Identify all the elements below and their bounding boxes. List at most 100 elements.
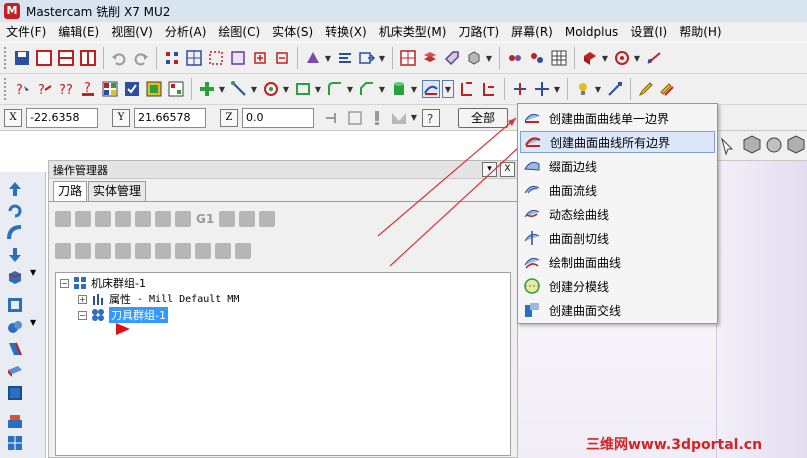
display-wave-icon[interactable] [195,243,211,259]
create-point-icon[interactable] [198,80,216,98]
help-box-icon[interactable]: ? [422,108,440,127]
move-icon[interactable] [533,80,551,98]
y-axis-button[interactable]: Y [112,108,130,127]
extend-icon[interactable] [480,80,498,98]
boolean-icon[interactable] [6,318,24,336]
z-axis-button[interactable]: Z [220,108,238,127]
chevron-down-icon[interactable]: ▼ [410,80,418,98]
solid-cube-icon[interactable] [6,384,24,402]
close-button[interactable]: X [500,162,515,177]
menu-edit[interactable]: 编辑(E) [52,22,105,42]
zoom-out-icon[interactable] [273,49,291,67]
chevron-down-icon[interactable]: ▼ [378,49,386,67]
export-icon[interactable] [358,49,376,67]
collapse-icon[interactable]: − [78,310,87,320]
thicken-icon[interactable] [6,362,24,380]
regenerate-dirty-icon[interactable] [115,211,131,227]
setup-sheet-icon[interactable] [167,80,185,98]
menu-item-patch-edges[interactable]: 缀面边线 [520,155,715,177]
split-tool-icon[interactable] [511,80,529,98]
level-icon[interactable] [304,49,322,67]
quad-window-icon[interactable] [79,49,97,67]
draft-icon[interactable] [6,340,24,358]
create-chamfer-icon[interactable] [358,80,376,98]
menu-item-flowline[interactable]: 曲面流线 [520,179,715,201]
select-grid-icon[interactable] [185,49,203,67]
sweep-icon[interactable] [6,224,24,242]
toolbar-grip[interactable] [4,47,7,69]
chevron-down-icon[interactable]: ▼ [314,80,322,98]
expand-icon[interactable]: + [78,294,87,304]
help-arrow-icon[interactable]: ? [35,80,53,98]
chevron-down-icon[interactable]: ▼ [250,80,258,98]
layer-manager-icon[interactable] [421,49,439,67]
fan-icon[interactable] [613,49,631,67]
toggle-post-icon[interactable] [95,243,111,259]
dimension-icon[interactable] [606,80,624,98]
pencil-double-icon[interactable] [659,80,677,98]
menu-item-intersection[interactable]: 创建曲面交线 [520,299,715,321]
zoom-in-icon[interactable] [251,49,269,67]
menu-help[interactable]: 帮助(H) [673,22,727,42]
verify-icon[interactable] [145,80,163,98]
menu-solids[interactable]: 实体(S) [266,22,319,42]
cube-icon[interactable] [465,49,483,67]
display-selected-icon[interactable] [215,243,231,259]
surface-curve-dropdown[interactable]: ▼ [442,80,454,98]
move-down-icon[interactable] [115,243,131,259]
menu-moldplus[interactable]: Moldplus [559,22,624,42]
zoom-window-icon[interactable] [229,49,247,67]
chevron-down-icon[interactable]: ▼ [218,80,226,98]
grid-view-icon[interactable] [550,49,568,67]
toggle-display-icon[interactable] [75,243,91,259]
table-icon[interactable] [399,49,417,67]
all-button[interactable]: 全部 [458,107,509,128]
align-icon[interactable] [336,49,354,67]
arrow-up-icon[interactable] [6,180,24,198]
menu-item-curve-on-surface[interactable]: 绘制曲面曲线 [520,251,715,273]
color-palette-icon[interactable] [101,80,119,98]
backplot-icon[interactable] [135,211,151,227]
x-axis-button[interactable]: X [4,108,22,127]
chevron-down-icon[interactable]: ▼ [485,49,493,67]
toolbar-grip[interactable] [4,78,7,100]
y-coordinate-field[interactable]: 21.66578 [134,107,206,128]
help-stack-icon[interactable]: ? [79,80,97,98]
wire-icon[interactable] [645,49,663,67]
menu-item-all-edges[interactable]: 创建曲面曲线所有边界 [520,131,715,153]
insert-arrow-icon[interactable] [155,243,171,259]
select-all-ops-icon[interactable] [55,211,71,227]
select-points-icon[interactable] [163,49,181,67]
exclamation-icon[interactable] [368,109,386,127]
chevron-down-icon[interactable]: ▼ [553,80,561,98]
tag-icon[interactable] [443,49,461,67]
analyze-icon[interactable] [506,49,524,67]
chevron-down-icon[interactable]: ▼ [594,80,602,98]
undo-icon[interactable] [110,49,128,67]
menu-item-dynamic-curve[interactable]: 动态绘曲线 [520,203,715,225]
tree-machine-group[interactable]: − 机床群组-1 [60,275,146,291]
create-fillet-icon[interactable] [326,80,344,98]
grid-snap-icon[interactable] [346,109,364,127]
g1-post-icon[interactable]: G1 [196,212,214,226]
sketcher-icon[interactable] [390,109,408,127]
solid-manager-icon[interactable] [6,434,24,452]
collapse-icon[interactable]: − [60,278,69,288]
light-icon[interactable] [574,80,592,98]
chevron-down-icon[interactable]: ▼ [282,80,290,98]
move-up-icon[interactable] [135,243,151,259]
tab-toolpaths[interactable]: 刀路 [53,181,88,201]
select-dirty-ops-icon[interactable] [75,211,91,227]
window-icon[interactable] [35,49,53,67]
menu-item-single-edge[interactable]: 创建曲面曲线单一边界 [520,107,715,129]
create-arc-icon[interactable] [262,80,280,98]
menu-view[interactable]: 视图(V) [105,22,159,42]
pin-button[interactable]: ▾ [482,162,497,177]
shell-icon[interactable] [6,296,24,314]
arrow-down-icon[interactable] [6,246,24,264]
rotate-icon[interactable] [6,202,24,220]
highfeed-icon[interactable] [239,211,256,227]
help-pointer-icon[interactable]: ? [13,80,31,98]
graphics-viewport[interactable] [716,161,807,458]
menu-screen[interactable]: 屏幕(R) [505,22,559,42]
